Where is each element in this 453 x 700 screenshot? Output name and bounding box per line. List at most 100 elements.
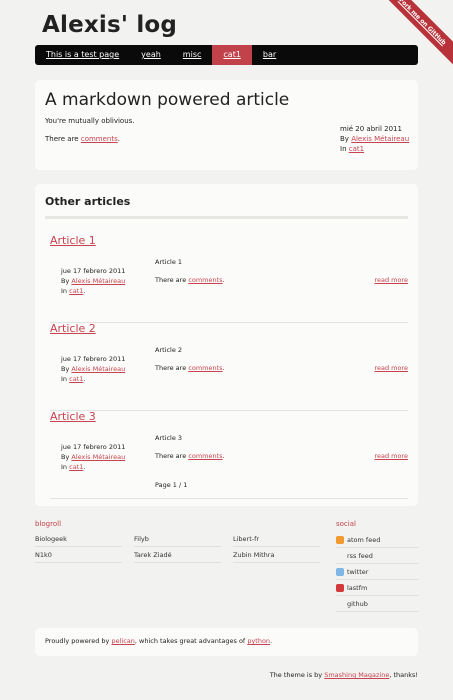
author-link[interactable]: Alexis Métaireau (71, 453, 125, 461)
article-date: jue 17 febrero 2011 (61, 267, 126, 275)
social-link-atom[interactable]: atom feed (336, 533, 418, 548)
category-link[interactable]: cat1 (69, 375, 83, 383)
blogroll-heading: blogroll (35, 520, 62, 528)
nav-item-test-page[interactable]: This is a test page (35, 45, 130, 65)
blogroll-link[interactable]: N1k0 (35, 549, 122, 563)
comments-prefix: There are (155, 364, 187, 372)
social-link-rss[interactable]: rss feed (336, 549, 418, 564)
article-meta: jue 17 febrero 2011 By Alexis Métaireau … (61, 266, 125, 296)
other-articles: Other articles Article 1 jue 17 febrero … (35, 184, 418, 506)
comments-suffix: . (222, 452, 225, 460)
category-line: In cat1. (61, 287, 86, 295)
blogroll-link[interactable]: Zubin Mithra (233, 549, 320, 563)
article-summary: Article 3 (155, 434, 183, 442)
article-title-link[interactable]: Article 2 (50, 322, 96, 335)
comments-link[interactable]: comments (188, 276, 222, 284)
read-more-link[interactable]: read more (374, 452, 408, 460)
category-line: In cat1. (61, 375, 86, 383)
blogroll-list: Biologeek Filyb Libert-fr N1k0 Tarek Zia… (35, 533, 320, 565)
powered-by-suffix: . (270, 637, 273, 645)
published-date: mié 20 abril 2011 (340, 125, 402, 133)
category-link[interactable]: cat1 (69, 287, 83, 295)
author-link[interactable]: Alexis Métaireau (71, 277, 125, 285)
featured-article: A markdown powered article You're mutual… (35, 80, 418, 170)
heading-divider (45, 216, 408, 219)
rss-icon (336, 536, 344, 544)
rss-feed-icon (336, 552, 344, 560)
twitter-icon (336, 568, 344, 576)
category-link[interactable]: cat1 (349, 145, 364, 153)
comments-suffix: . (117, 135, 120, 143)
article-item: Article 1 jue 17 febrero 2011 By Alexis … (50, 234, 408, 323)
comments-link[interactable]: comments (81, 135, 118, 143)
credit-suffix: , thanks! (389, 671, 418, 679)
article-title-link[interactable]: Article 1 (50, 234, 96, 247)
article-item: Article 2 jue 17 febrero 2011 By Alexis … (50, 322, 408, 411)
social-label: github (347, 600, 368, 608)
article-item: Article 3 jue 17 febrero 2011 By Alexis … (50, 410, 408, 499)
read-more-link[interactable]: read more (374, 276, 408, 284)
category-link[interactable]: cat1 (69, 463, 83, 471)
nav-item-bar[interactable]: bar (252, 45, 287, 65)
social-list: atom feed rss feed twitter lastfm github (336, 533, 418, 613)
social-link-twitter[interactable]: twitter (336, 565, 418, 580)
featured-article-meta: mié 20 abril 2011 By Alexis Métaireau In… (340, 124, 409, 154)
comments-prefix: There are (155, 276, 187, 284)
other-articles-heading: Other articles (45, 195, 131, 208)
python-link[interactable]: python (247, 637, 270, 645)
by-label: By (340, 135, 349, 143)
blogroll-link[interactable]: Biologeek (35, 533, 122, 547)
in-label: In (61, 375, 68, 383)
social-label: lastfm (347, 584, 368, 592)
article-date: jue 17 febrero 2011 (61, 443, 126, 451)
main-nav: This is a test page yeah misc cat1 bar (35, 45, 418, 65)
social-link-lastfm[interactable]: lastfm (336, 581, 418, 596)
featured-article-title[interactable]: A markdown powered article (45, 90, 289, 110)
site-title[interactable]: Alexis' log (42, 12, 177, 38)
author-line: By Alexis Métaireau (340, 134, 409, 144)
powered-by-prefix: Proudly powered by (45, 637, 110, 645)
nav-item-misc[interactable]: misc (172, 45, 213, 65)
by-label: By (61, 365, 70, 373)
article-comments-line: There are comments. (155, 276, 225, 284)
smashing-magazine-link[interactable]: Smashing Magazine (324, 671, 389, 679)
in-label: In (340, 145, 347, 153)
social-heading: social (336, 520, 356, 528)
article-summary: Article 2 (155, 346, 183, 354)
powered-by-middle: , which takes great advantages of (134, 637, 246, 645)
github-icon (336, 600, 344, 608)
read-more-link[interactable]: read more (374, 364, 408, 372)
comments-suffix: . (222, 364, 225, 372)
comments-prefix: There are (45, 135, 79, 143)
article-summary: Article 1 (155, 258, 183, 266)
article-comments-line: There are comments. (155, 364, 225, 372)
article-meta: jue 17 febrero 2011 By Alexis Métaireau … (61, 354, 125, 384)
article-comments-line: There are comments. (155, 452, 225, 460)
by-label: By (61, 277, 70, 285)
social-link-github[interactable]: github (336, 597, 418, 612)
author-line: By Alexis Métaireau (61, 276, 125, 286)
article-meta: jue 17 febrero 2011 By Alexis Métaireau … (61, 442, 125, 472)
by-label: By (61, 453, 70, 461)
article-title-link[interactable]: Article 3 (50, 410, 96, 423)
comments-link[interactable]: comments (188, 452, 222, 460)
comments-link[interactable]: comments (188, 364, 222, 372)
blogroll-link[interactable]: Filyb (134, 533, 221, 547)
social-label: rss feed (347, 552, 373, 560)
in-label: In (61, 463, 68, 471)
pelican-link[interactable]: pelican (111, 637, 134, 645)
social-label: atom feed (347, 536, 381, 544)
nav-item-yeah[interactable]: yeah (130, 45, 172, 65)
author-line: By Alexis Métaireau (61, 364, 125, 374)
pagination: Page 1 / 1 (155, 481, 188, 489)
author-link[interactable]: Alexis Métaireau (71, 365, 125, 373)
author-link[interactable]: Alexis Métaireau (351, 135, 409, 143)
comments-suffix: . (222, 276, 225, 284)
lastfm-icon (336, 584, 344, 592)
blogroll-link[interactable]: Tarek Ziadé (134, 549, 221, 563)
nav-item-cat1[interactable]: cat1 (212, 45, 252, 65)
credit-prefix: The theme is by (269, 671, 323, 679)
blogroll-link[interactable]: Libert-fr (233, 533, 320, 547)
powered-by-text: Proudly powered by pelican, which takes … (45, 637, 272, 645)
featured-article-summary: You're mutually oblivious. (45, 117, 135, 125)
